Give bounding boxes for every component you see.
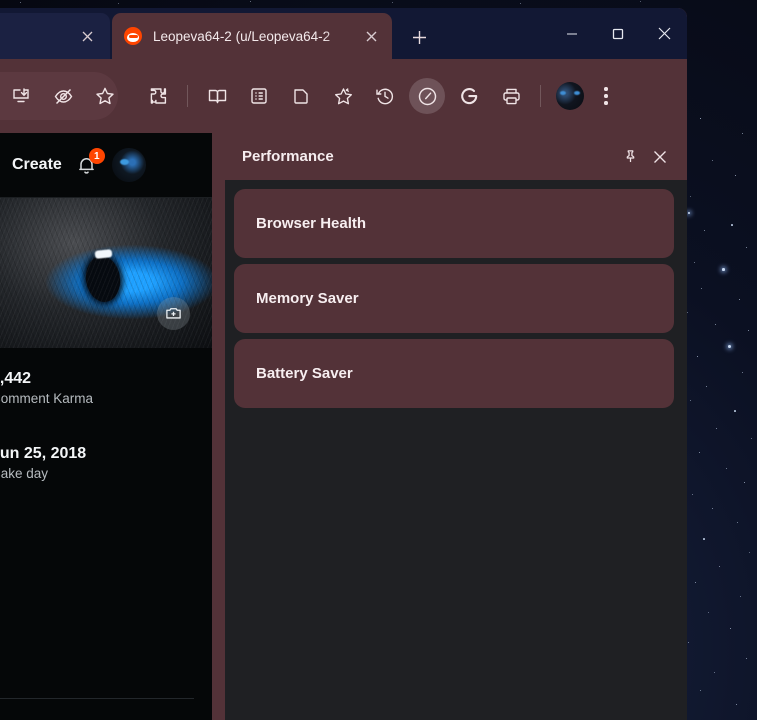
- eye-off-icon[interactable]: [45, 78, 81, 114]
- downloads-icon[interactable]: [3, 78, 39, 114]
- favorites-icon[interactable]: [325, 78, 361, 114]
- performance-side-panel: Performance Browser Health Memory Saver …: [225, 133, 687, 720]
- reddit-page: Create 1 ,442 Comment Karma Jun 25, 2018…: [0, 133, 212, 720]
- favorites-star-icon[interactable]: [87, 78, 123, 114]
- close-icon[interactable]: [645, 142, 675, 172]
- toolbar-separator-1: [187, 85, 188, 107]
- pin-icon[interactable]: [615, 142, 645, 172]
- browser-health-card[interactable]: Browser Health: [234, 189, 674, 258]
- card-label: Memory Saver: [256, 290, 359, 307]
- stat-label: Cake day: [0, 466, 49, 481]
- browser-content-area: Create 1 ,442 Comment Karma Jun 25, 2018…: [0, 133, 687, 720]
- close-icon[interactable]: [641, 8, 687, 59]
- panel-title: Performance: [242, 148, 334, 165]
- panel-body: Browser Health Memory Saver Battery Save…: [225, 180, 687, 408]
- notifications-bell-icon[interactable]: 1: [72, 148, 105, 180]
- split-screen-icon[interactable]: [283, 78, 319, 114]
- minimize-icon[interactable]: [549, 8, 595, 59]
- history-icon[interactable]: [367, 78, 403, 114]
- active-tab[interactable]: Leopeva64-2 (u/Leopeva64-2: [112, 13, 392, 59]
- profile-avatar[interactable]: [556, 82, 584, 110]
- card-label: Browser Health: [256, 215, 367, 232]
- background-tab-close-icon[interactable]: [74, 23, 100, 49]
- read-aloud-book-icon[interactable]: [199, 78, 235, 114]
- profile-stats: 4,442 Comment Karma Jun 25, 2018 Cake da…: [0, 348, 212, 481]
- notifications-badge: 1: [88, 148, 105, 164]
- reddit-icon: [124, 27, 142, 45]
- window-controls: [549, 8, 687, 59]
- user-avatar[interactable]: [111, 148, 146, 182]
- active-tab-close-icon[interactable]: [358, 23, 384, 49]
- stat-comment-karma: 4,442 Comment Karma: [0, 370, 212, 406]
- toolbar-separator-2: [540, 85, 541, 107]
- stat-cake-day: Jun 25, 2018 Cake day: [0, 445, 212, 481]
- memory-saver-card[interactable]: Memory Saver: [234, 264, 674, 333]
- performance-speedometer-icon[interactable]: [409, 78, 445, 114]
- print-icon[interactable]: [493, 78, 529, 114]
- browser-toolbar: [0, 59, 687, 133]
- battery-saver-card[interactable]: Battery Saver: [234, 339, 674, 408]
- add-banner-camera-icon[interactable]: [157, 297, 190, 330]
- extensions-puzzle-icon[interactable]: [140, 78, 176, 114]
- background-tab[interactable]: [0, 13, 110, 59]
- new-tab-button[interactable]: [404, 22, 434, 52]
- stat-value: 4,442: [0, 370, 32, 387]
- tab-strip: Leopeva64-2 (u/Leopeva64-2: [0, 8, 687, 59]
- create-button[interactable]: Create: [12, 156, 62, 174]
- reddit-header: Create 1: [0, 133, 212, 198]
- section-divider: [0, 698, 194, 699]
- panel-header: Performance: [225, 133, 687, 180]
- three-dot-menu-icon[interactable]: [591, 78, 621, 114]
- collections-icon[interactable]: [241, 78, 277, 114]
- profile-banner-image: [0, 198, 212, 348]
- stat-value: Jun 25, 2018: [0, 445, 87, 462]
- card-label: Battery Saver: [256, 365, 353, 382]
- active-tab-title: Leopeva64-2 (u/Leopeva64-2: [153, 28, 331, 44]
- maximize-icon[interactable]: [595, 8, 641, 59]
- browser-window: Leopeva64-2 (u/Leopeva64-2 Create 1 ,442…: [0, 8, 687, 720]
- stat-label: Comment Karma: [0, 391, 94, 406]
- google-icon[interactable]: [451, 78, 487, 114]
